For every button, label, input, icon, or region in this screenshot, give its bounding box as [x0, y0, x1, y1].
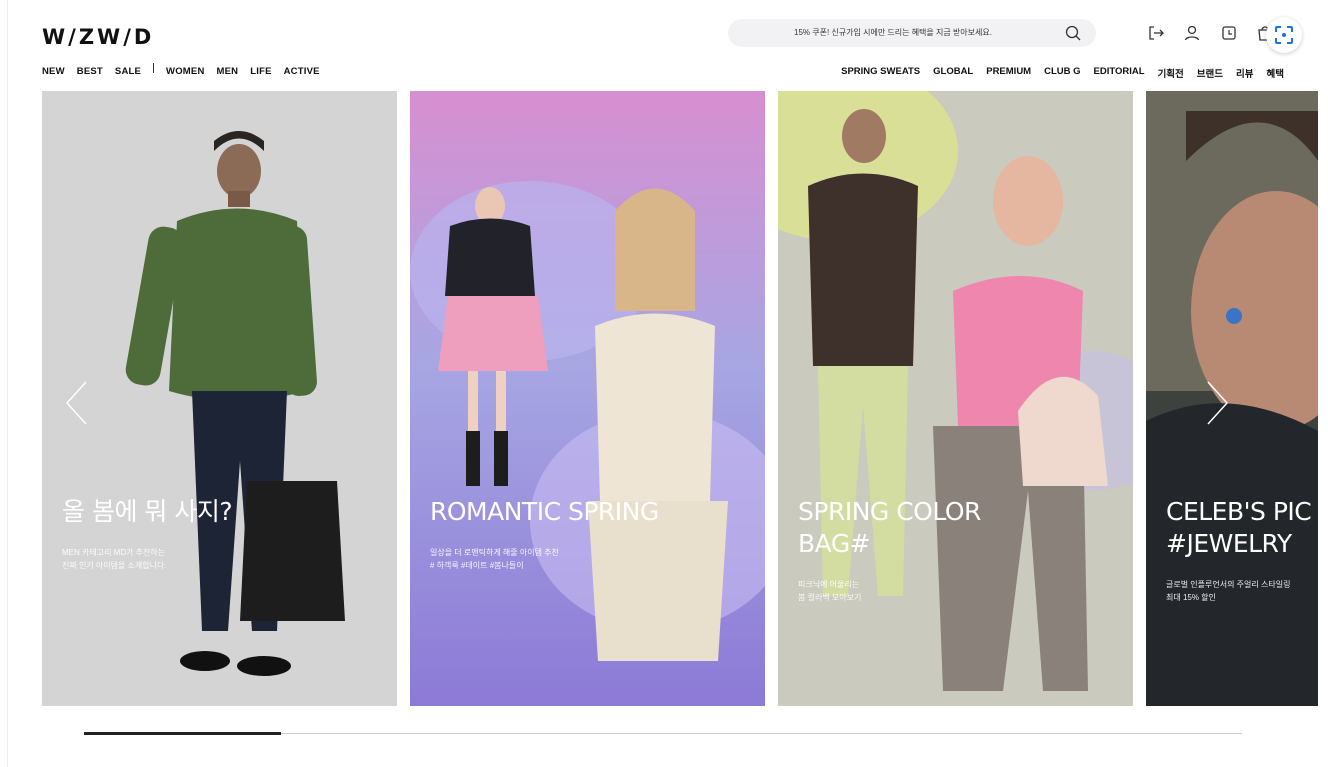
banner-photo-bag-models	[778, 91, 1133, 691]
main-nav-right: SPRING SWEATS GLOBAL PREMIUM CLUB G EDIT…	[841, 66, 1284, 80]
prev-arrow-icon[interactable]	[64, 380, 90, 426]
nav-item-best[interactable]: BEST	[77, 66, 103, 77]
screen-capture-icon	[1275, 26, 1293, 44]
carousel-progress-fill	[84, 732, 281, 735]
search-placeholder[interactable]: 15% 쿠폰! 신규가입 시에만 드리는 혜택을 지금 받아보세요.	[728, 27, 1058, 38]
banner-title: SPRING COLOR BAG#	[798, 497, 981, 558]
banner-subtitle-line2: 최대 15% 할인	[1166, 593, 1216, 602]
next-arrow-icon[interactable]	[1204, 380, 1230, 426]
search-icon[interactable]	[1064, 24, 1082, 42]
banner-subtitle-line1: MEN 카테고리 MD가 추천하는	[62, 548, 166, 557]
site-logo[interactable]: W/ZW/D	[42, 25, 154, 49]
nav-item-club-g[interactable]: CLUB G	[1044, 66, 1080, 80]
login-icon[interactable]	[1147, 24, 1165, 42]
banner-subtitle-line1: 일상을 더 로맨틱하게 해줄 아이템 추천	[430, 548, 559, 557]
recent-view-icon[interactable]	[1220, 24, 1238, 42]
nav-separator	[153, 63, 155, 73]
banner-title: CELEB'S PIC #JEWELRY	[1166, 497, 1312, 558]
nav-item-exhibition[interactable]: 기획전	[1158, 66, 1184, 80]
main-nav-left: NEW BEST SALE WOMEN MEN LIFE ACTIVE	[42, 63, 320, 77]
nav-item-premium[interactable]: PREMIUM	[986, 66, 1031, 80]
nav-item-review[interactable]: 리뷰	[1236, 66, 1253, 80]
nav-item-benefit[interactable]: 혜택	[1267, 66, 1284, 80]
banner-card-men[interactable]: 올 봄에 뭐 사지? MEN 카테고리 MD가 추천하는 진짜 인기 아이템을 …	[42, 91, 397, 706]
banner-subtitle-line1: 글로벌 인플루언서의 주얼리 스타일링	[1166, 580, 1291, 589]
window-edge	[0, 0, 8, 767]
search-bar[interactable]: 15% 쿠폰! 신규가입 시에만 드리는 혜택을 지금 받아보세요.	[728, 19, 1096, 47]
banner-subtitle-line2: # 하객룩 #데이트 #봄나들이	[430, 561, 524, 570]
user-icon[interactable]	[1183, 24, 1201, 42]
nav-item-editorial[interactable]: EDITORIAL	[1094, 66, 1145, 80]
nav-item-spring-sweats[interactable]: SPRING SWEATS	[841, 66, 920, 80]
nav-item-new[interactable]: NEW	[42, 66, 65, 77]
nav-item-men[interactable]: MEN	[217, 66, 239, 77]
banner-card-celeb-jewelry[interactable]: CELEB'S PIC #JEWELRY 글로벌 인플루언서의 주얼리 스타일링 …	[1146, 91, 1318, 706]
banner-title: 올 봄에 뭐 사지?	[62, 497, 233, 526]
nav-item-life[interactable]: LIFE	[250, 66, 271, 77]
banner-photo-men-model	[125, 131, 345, 676]
banner-photo-romantic-models	[410, 181, 765, 661]
nav-item-women[interactable]: WOMEN	[166, 66, 204, 77]
banner-subtitle-line2: 봄 컬러백 모아보기	[798, 593, 862, 602]
nav-item-global[interactable]: GLOBAL	[933, 66, 973, 80]
banner-photo-celeb	[1146, 91, 1318, 706]
banner-subtitle-line2: 진짜 인기 아이템을 소개합니다.	[62, 561, 167, 570]
nav-item-brand[interactable]: 브랜드	[1197, 66, 1223, 80]
banner-title: ROMANTIC SPRING	[430, 497, 659, 526]
banner-card-spring-color-bag[interactable]: SPRING COLOR BAG# 피크닉에 어울리는 봄 컬러백 모아보기	[778, 91, 1133, 706]
banner-card-romantic-spring[interactable]: ROMANTIC SPRING 일상을 더 로맨틱하게 해줄 아이템 추천 # …	[410, 91, 765, 706]
nav-item-active[interactable]: ACTIVE	[284, 66, 320, 77]
nav-item-sale[interactable]: SALE	[115, 66, 141, 77]
screen-capture-button[interactable]	[1266, 17, 1302, 53]
banner-subtitle-line1: 피크닉에 어울리는	[798, 580, 860, 589]
